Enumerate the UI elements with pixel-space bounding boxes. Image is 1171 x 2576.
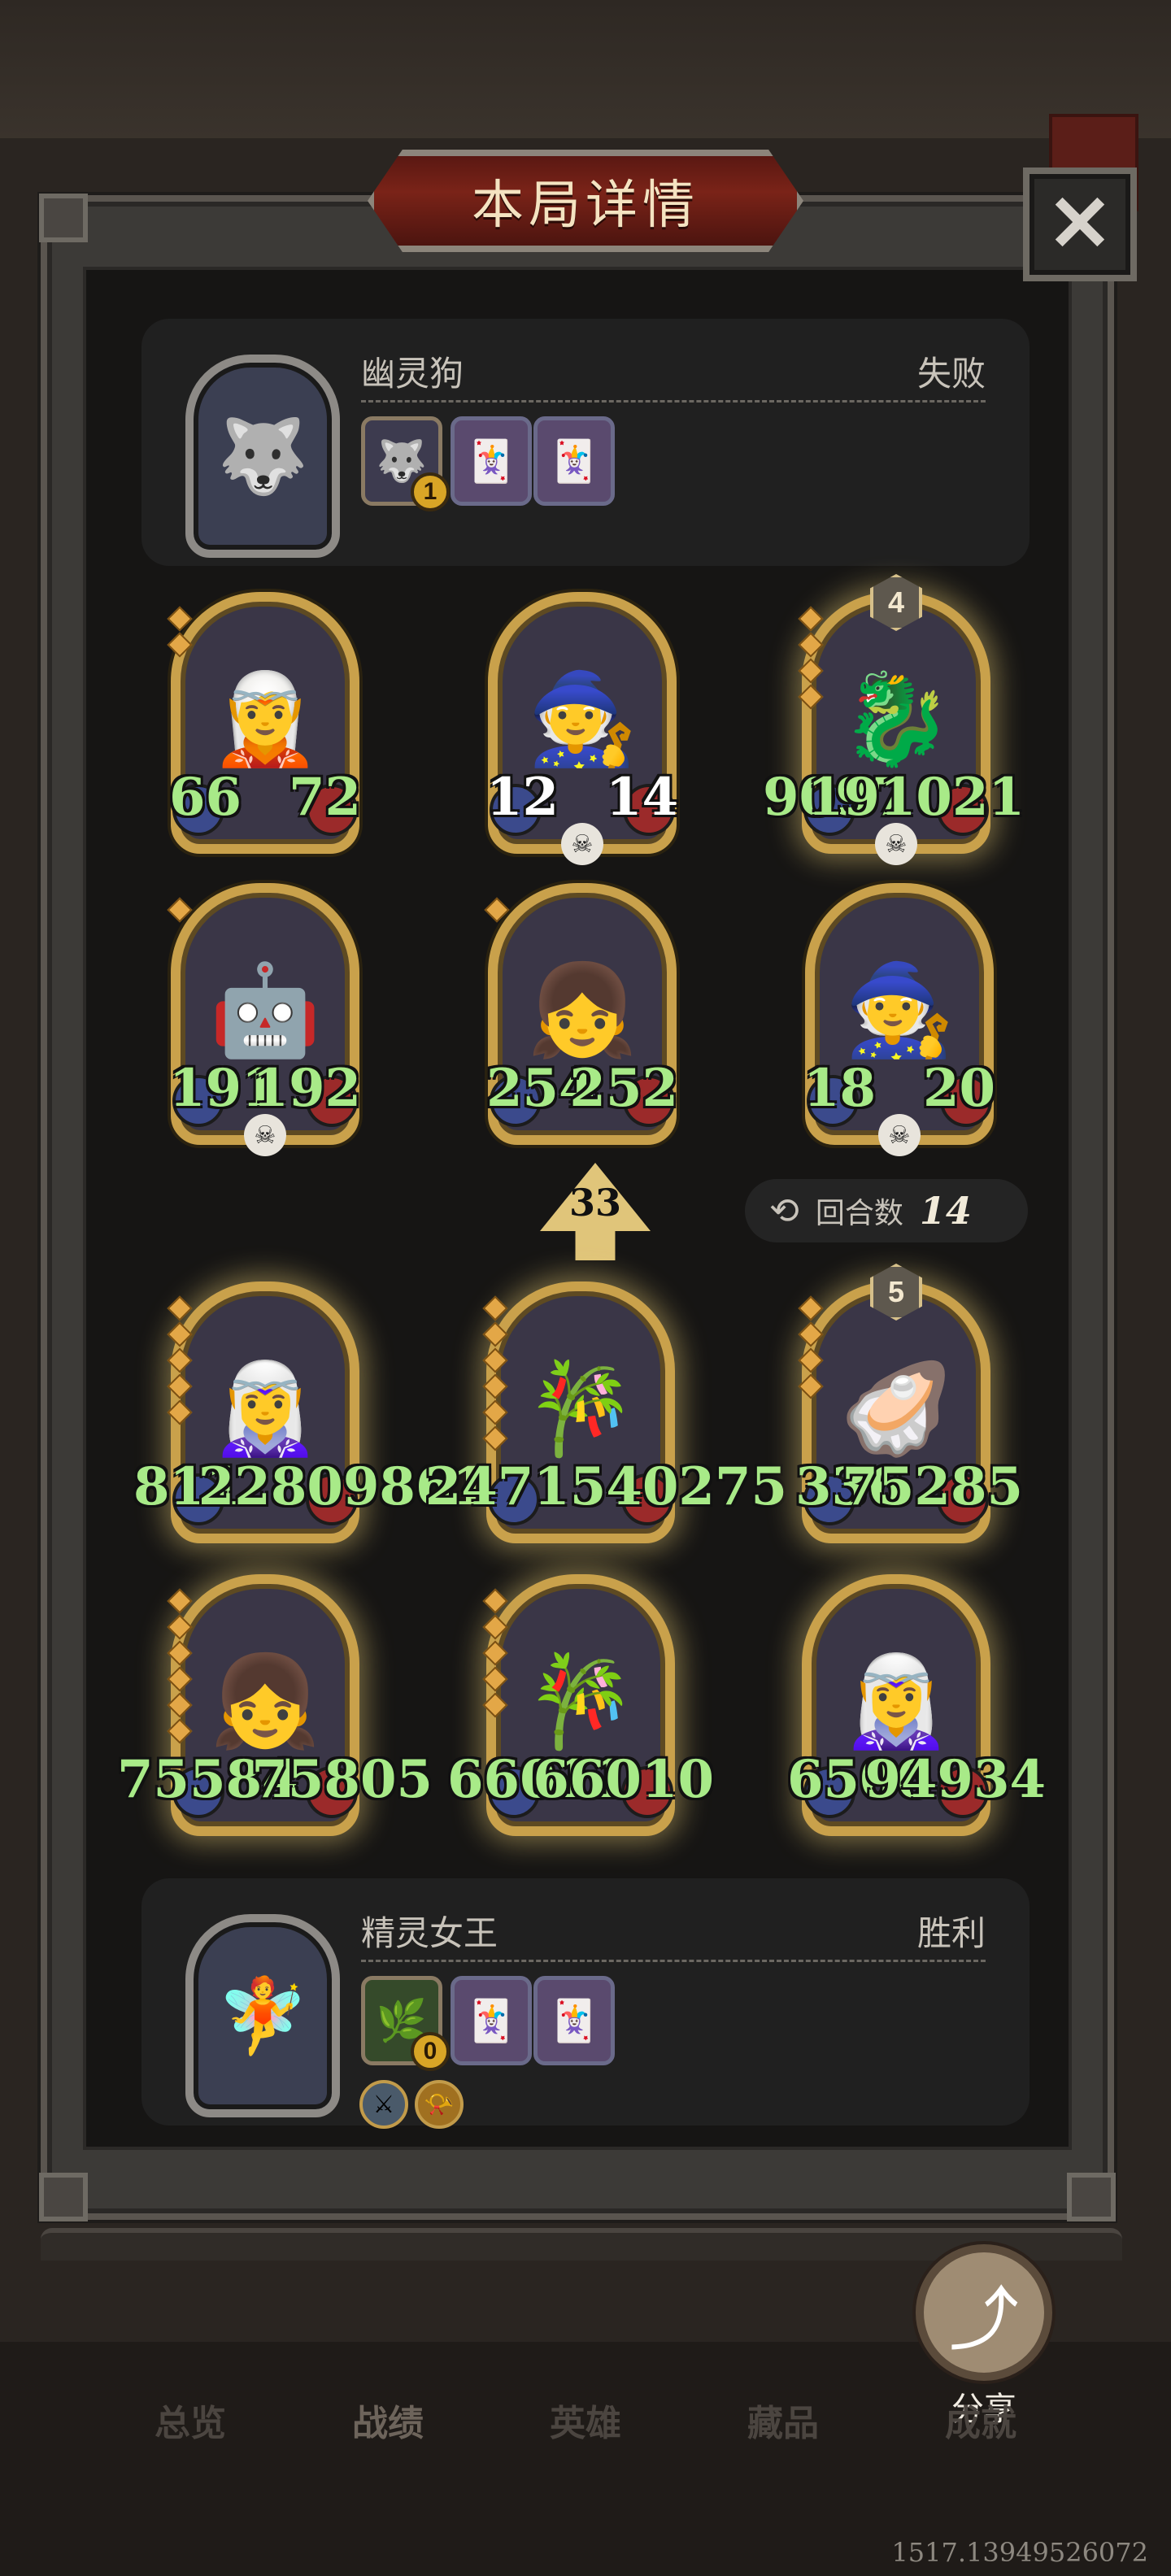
skull-icon: ☠ xyxy=(244,1114,286,1156)
minion-stars xyxy=(167,1295,193,1425)
frame-corner xyxy=(39,2173,88,2221)
close-button[interactable]: ✕ xyxy=(1023,168,1137,281)
minion-health: 72 xyxy=(288,767,361,828)
hero-power-badge: 1 xyxy=(411,472,450,511)
rounds-value: 14 xyxy=(919,1189,972,1233)
minion-stars xyxy=(482,1588,508,1718)
nav-achievements[interactable]: 成就 xyxy=(945,2394,1016,2446)
minion-health: 66010 xyxy=(533,1749,714,1810)
page-title: 本局详情 xyxy=(472,176,699,236)
card-icon[interactable]: 🃏 xyxy=(451,416,532,506)
opponent-panel: 🐺 幽灵狗 失败 🐺 1 🃏 🃏 xyxy=(141,319,1030,566)
minion-stars xyxy=(482,1295,508,1451)
minion-attack: 12 xyxy=(486,767,559,828)
player-panel: 🧚 精灵女王 胜利 🌿 0 🃏 🃏 ⚔ 📯 xyxy=(141,1878,1030,2129)
minion-stars xyxy=(798,1295,824,1399)
close-icon: ✕ xyxy=(1047,181,1113,268)
minion-health: 20 xyxy=(922,1058,995,1119)
nav-overview[interactable]: 总览 xyxy=(155,2394,226,2446)
card-icon[interactable]: 🃏 xyxy=(533,416,615,506)
frame-corner xyxy=(39,194,88,242)
minion-stars xyxy=(167,606,193,658)
version-text: 1517.13949526072 xyxy=(891,2537,1148,2568)
minion-card[interactable]: 🤖 191 192 ☠ xyxy=(167,883,361,1156)
hero-power-icon[interactable]: 🐺 1 xyxy=(361,416,450,511)
top-background xyxy=(0,0,1171,138)
player-result: 胜利 xyxy=(916,1913,986,1953)
minion-card[interactable]: 🧙 12 14 ☠ xyxy=(486,592,678,865)
minion-card[interactable]: 🧝‍♀️ 811 22809861 xyxy=(133,1281,488,1543)
minion-health: 75285 xyxy=(842,1456,1023,1517)
share-button[interactable]: ⤴ xyxy=(916,2244,1052,2381)
minion-card[interactable]: 👧 75584 75805 xyxy=(117,1574,433,1836)
nav-collection[interactable]: 藏品 xyxy=(747,2394,819,2446)
divider xyxy=(361,400,986,402)
opponent-name: 幽灵狗 xyxy=(361,354,464,394)
upgrade-value: 33 xyxy=(568,1181,621,1225)
minion-stars xyxy=(167,1588,193,1744)
opponent-result: 失败 xyxy=(916,354,986,394)
minion-card[interactable]: 🎋 15 2471540275 xyxy=(425,1281,787,1543)
sword-skill-icon[interactable]: ⚔ xyxy=(359,2080,408,2129)
hero-power-icon[interactable]: 🌿 0 xyxy=(361,1976,450,2071)
minion-card[interactable]: 👧 254 252 xyxy=(484,883,678,1145)
minion-stars xyxy=(798,606,824,710)
elf-queen-icon[interactable]: 🧚 xyxy=(185,1914,340,2117)
card-icon[interactable]: 🃏 xyxy=(451,1976,532,2065)
player-name: 精灵女王 xyxy=(361,1913,498,1953)
wolf-icon[interactable]: 🐺 xyxy=(185,355,340,558)
minion-health: 75805 xyxy=(251,1749,433,1810)
minion-health: 2471540275 xyxy=(424,1456,787,1517)
title-plate: 本局详情 xyxy=(368,150,803,252)
frame-corner xyxy=(1067,2173,1116,2221)
minion-health: 14 xyxy=(605,767,678,828)
minion-card[interactable]: 🧝‍♀️ 6506 94934 xyxy=(787,1574,1046,1836)
minion-card[interactable]: 4 🐉 9097 191021 ☠ xyxy=(763,574,1025,865)
minion-health: 192 xyxy=(252,1058,361,1119)
minion-card[interactable]: 🎋 66011 66010 xyxy=(447,1574,714,1836)
divider xyxy=(361,1960,986,1962)
rounds-badge: ⟲ 回合数 14 xyxy=(745,1179,1028,1242)
skull-icon: ☠ xyxy=(878,1114,921,1156)
rounds-label: 回合数 xyxy=(815,1197,903,1230)
refresh-icon: ⟲ xyxy=(769,1190,799,1231)
minion-card[interactable]: 🧝 66 72 xyxy=(167,592,361,854)
minion-health: 252 xyxy=(569,1058,678,1119)
minion-health: 191021 xyxy=(807,767,1025,828)
skull-icon: ☠ xyxy=(561,823,603,865)
bottom-nav: 总览 战绩 英雄 藏品 成就 xyxy=(155,2394,1016,2446)
share-icon: ⤴ xyxy=(949,2280,1019,2359)
nav-records[interactable]: 战绩 xyxy=(352,2394,424,2446)
minion-card[interactable]: 🧙 18 20 ☠ xyxy=(803,883,995,1156)
skull-icon: ☠ xyxy=(875,823,917,865)
minion-attack: 66 xyxy=(169,767,242,828)
minion-health: 94934 xyxy=(864,1749,1046,1810)
minion-stars xyxy=(484,897,510,923)
nav-heroes[interactable]: 英雄 xyxy=(550,2394,621,2446)
minion-attack: 18 xyxy=(803,1058,877,1119)
hero-power-badge: 0 xyxy=(411,2032,450,2071)
horn-skill-icon[interactable]: 📯 xyxy=(415,2080,464,2129)
card-icon[interactable]: 🃏 xyxy=(533,1976,615,2065)
minion-stars xyxy=(167,897,193,923)
minion-card[interactable]: 5 🦪 336 75285 xyxy=(795,1264,1023,1543)
